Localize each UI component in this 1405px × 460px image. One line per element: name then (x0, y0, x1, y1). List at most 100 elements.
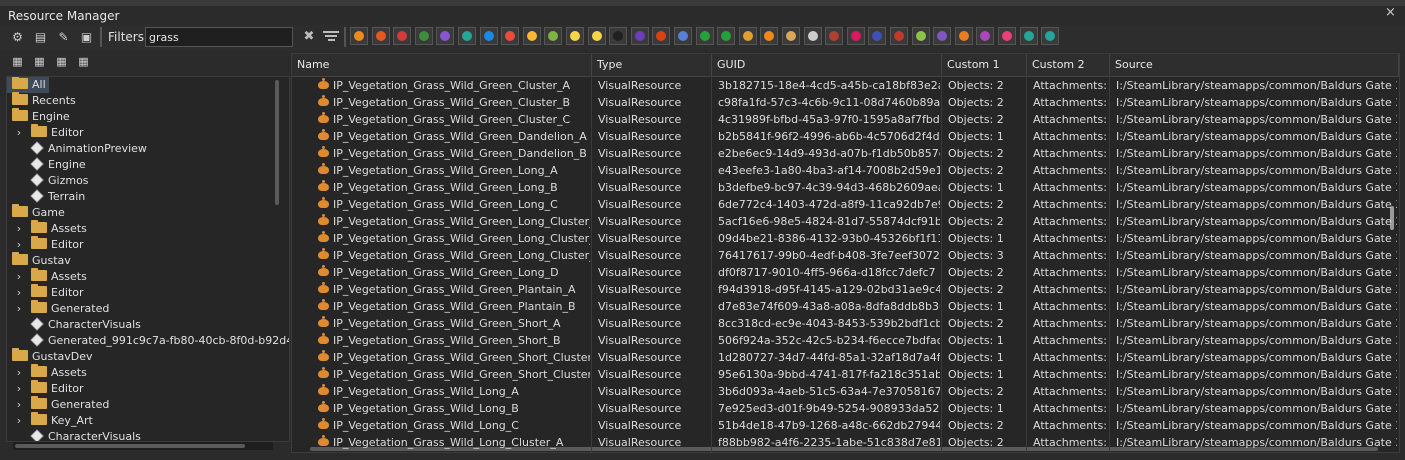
type-filter-button[interactable] (846, 27, 865, 45)
table-row[interactable]: IP_Vegetation_Grass_Wild_Green_Short_Clu… (292, 349, 1399, 366)
table-row[interactable]: IP_Vegetation_Grass_Wild_Green_Long_C Vis… (292, 196, 1399, 213)
tree-item[interactable]: GustavDev (12, 348, 93, 365)
type-filter-button[interactable] (911, 27, 930, 45)
chevron-right-icon[interactable]: › (14, 301, 24, 317)
table-row[interactable]: IP_Vegetation_Grass_Wild_Green_Cluster_B… (292, 94, 1399, 111)
tree-item[interactable]: › Generated (17, 396, 109, 413)
chevron-right-icon[interactable]: › (14, 221, 24, 237)
type-filter-button[interactable] (782, 27, 800, 45)
tree-item[interactable]: AnimationPreview (30, 141, 147, 157)
type-filter-button[interactable] (587, 27, 606, 45)
table-row[interactable]: IP_Vegetation_Grass_Wild_Green_Plantain_… (292, 281, 1399, 298)
tree-item[interactable]: › Assets (17, 268, 87, 285)
tree-vertical-scrollbar[interactable] (275, 80, 279, 205)
table-row[interactable]: IP_Vegetation_Grass_Wild_Long_A VisualRes… (292, 383, 1399, 400)
folder-refresh-icon[interactable]: ▦ (76, 55, 91, 69)
type-filter-button[interactable] (1019, 27, 1038, 45)
table-row[interactable]: IP_Vegetation_Grass_Wild_Green_Long_A Vis… (292, 162, 1399, 179)
table-row[interactable]: IP_Vegetation_Grass_Wild_Long_Cluster_A V… (292, 434, 1399, 451)
type-filter-button[interactable] (501, 27, 520, 45)
tree-item[interactable]: › Editor (17, 380, 84, 397)
type-filter-button[interactable] (630, 27, 649, 45)
table-row[interactable]: IP_Vegetation_Grass_Wild_Green_Cluster_C… (292, 111, 1399, 128)
column-header[interactable]: GUID (712, 54, 942, 76)
folder-sync-icon[interactable]: ▦ (32, 55, 47, 69)
layout-icon[interactable]: ▤ (33, 30, 48, 45)
type-filter-button[interactable] (414, 27, 433, 45)
type-filter-button[interactable] (566, 27, 584, 45)
table-row[interactable]: IP_Vegetation_Grass_Wild_Green_Short_A Vi… (292, 315, 1399, 332)
folder-open-icon[interactable]: ▦ (10, 55, 25, 69)
folder-gear-icon[interactable]: ▦ (54, 55, 69, 69)
table-row[interactable]: IP_Vegetation_Grass_Wild_Green_Short_Clu… (292, 366, 1399, 383)
chevron-right-icon[interactable]: › (14, 285, 24, 301)
table-row[interactable]: IP_Vegetation_Grass_Wild_Green_Long_Clus… (292, 247, 1399, 264)
filter-options-icon[interactable] (322, 29, 340, 45)
tree-item[interactable]: Generated_991c9c7a-fb80-40cb-8f0d-b92d4e (30, 333, 289, 349)
tree-item[interactable]: Terrain (30, 189, 85, 205)
column-header[interactable]: Source (1110, 54, 1399, 76)
type-filter-button[interactable] (825, 27, 844, 45)
tree-item[interactable]: › Editor (17, 124, 84, 141)
tree-horizontal-scrollbar[interactable] (13, 442, 273, 450)
type-filter-button[interactable] (609, 27, 628, 45)
chevron-right-icon[interactable]: › (14, 397, 24, 413)
chevron-right-icon[interactable]: › (14, 365, 24, 381)
save-icon[interactable]: ▣ (79, 30, 94, 45)
tree-item[interactable]: › Key_Art (17, 412, 93, 429)
settings-icon[interactable]: ⚙ (10, 30, 25, 45)
tree-item[interactable]: › Generated (17, 300, 109, 317)
type-filter-button[interactable] (954, 27, 973, 45)
tree-item[interactable]: Engine (30, 157, 86, 173)
type-filter-button[interactable] (479, 27, 498, 45)
chevron-right-icon[interactable]: › (14, 237, 24, 253)
type-filter-button[interactable] (544, 27, 563, 45)
type-filter-button[interactable] (1041, 27, 1060, 45)
table-row[interactable]: IP_Vegetation_Grass_Wild_Green_Long_B Vis… (292, 179, 1399, 196)
table-row[interactable]: IP_Vegetation_Grass_Wild_Green_Long_Clus… (292, 230, 1399, 247)
tree-item[interactable]: › Editor (17, 284, 84, 301)
chevron-right-icon[interactable]: › (14, 381, 24, 397)
type-filter-button[interactable] (393, 27, 412, 45)
tree-item[interactable]: Recents (12, 92, 76, 109)
tree-item[interactable]: Engine (12, 108, 70, 125)
type-filter-button[interactable] (522, 27, 541, 45)
close-window-icon[interactable]: × (1385, 5, 1396, 20)
table-row[interactable]: IP_Vegetation_Grass_Wild_Green_Long_D Vis… (292, 264, 1399, 281)
type-filter-button[interactable] (868, 27, 887, 45)
pin-icon[interactable]: ✎ (56, 30, 71, 45)
table-row[interactable]: IP_Vegetation_Grass_Wild_Green_Dandelion… (292, 145, 1399, 162)
type-filter-button[interactable] (717, 27, 736, 45)
tree-item[interactable]: Gizmos (30, 173, 89, 189)
column-header[interactable]: Type (592, 54, 712, 76)
type-filter-button[interactable] (436, 27, 455, 45)
type-filter-button[interactable] (890, 27, 908, 45)
type-filter-button[interactable] (738, 27, 757, 45)
table-row[interactable]: IP_Vegetation_Grass_Wild_Long_C VisualRes… (292, 417, 1399, 434)
type-filter-button[interactable] (350, 27, 368, 45)
type-filter-button[interactable] (695, 27, 714, 45)
type-filter-button[interactable] (652, 27, 671, 45)
tree-item[interactable]: Gustav (12, 252, 71, 269)
chevron-right-icon[interactable]: › (14, 413, 24, 429)
table-row[interactable]: IP_Vegetation_Grass_Wild_Long_B VisualRes… (292, 400, 1399, 417)
tree-item[interactable]: › Assets (17, 220, 87, 237)
tree-item[interactable]: CharacterVisuals (30, 429, 141, 441)
type-filter-button[interactable] (803, 27, 822, 45)
column-header[interactable]: Custom 1 (942, 54, 1027, 76)
clear-filter-icon[interactable]: ✖ (302, 29, 316, 45)
tree-item[interactable]: CharacterVisuals (30, 317, 141, 333)
type-filter-button[interactable] (371, 27, 390, 45)
table-row[interactable]: IP_Vegetation_Grass_Wild_Green_Short_B Vi… (292, 332, 1399, 349)
chevron-right-icon[interactable]: › (14, 125, 24, 141)
tree-item[interactable]: All (12, 77, 46, 93)
type-filter-button[interactable] (674, 27, 692, 45)
filter-search-input[interactable] (145, 27, 293, 47)
table-row[interactable]: IP_Vegetation_Grass_Wild_Green_Long_Clus… (292, 213, 1399, 230)
column-header[interactable]: Custom 2 (1027, 54, 1110, 76)
type-filter-button[interactable] (760, 27, 779, 45)
resource-tree[interactable]: All Recents Engine › Editor AnimationPreview E… (6, 76, 290, 442)
type-filter-button[interactable] (458, 27, 476, 45)
table-row[interactable]: IP_Vegetation_Grass_Wild_Green_Cluster_A… (292, 77, 1399, 94)
type-filter-button[interactable] (998, 27, 1016, 45)
